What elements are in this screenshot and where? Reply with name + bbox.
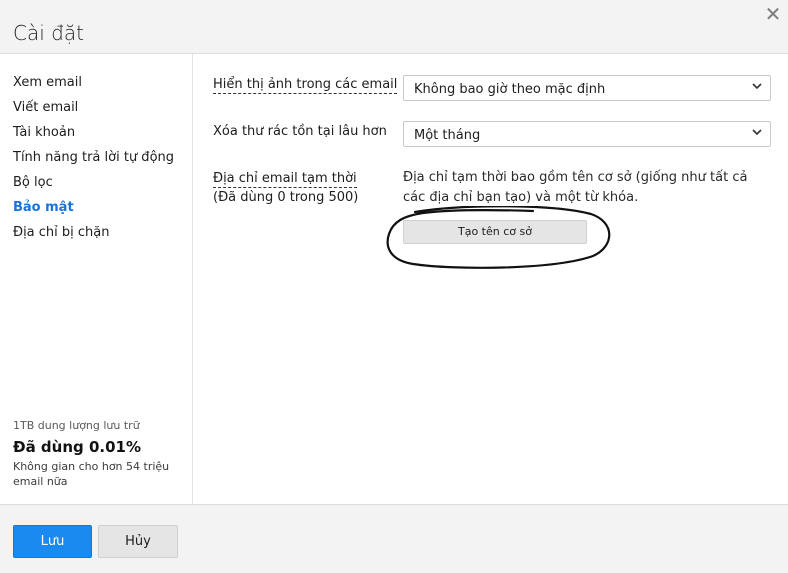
dialog-title: Cài đặt [13, 21, 84, 45]
storage-capacity: 1TB dung lượng lưu trữ [13, 419, 140, 432]
sidebar-item-compose-email[interactable]: Viết email [13, 100, 78, 115]
save-button[interactable]: Lưu [13, 525, 92, 558]
sidebar-item-auto-reply[interactable]: Tính năng trả lời tự động [13, 150, 174, 165]
show-images-label: Hiển thị ảnh trong các email [213, 77, 398, 94]
hand-drawn-circle [386, 206, 611, 269]
show-images-select[interactable]: Không bao giờ theo mặc định [403, 75, 771, 101]
settings-content: Hiển thị ảnh trong các email Không bao g… [193, 54, 788, 504]
sidebar-item-accounts[interactable]: Tài khoản [13, 125, 75, 140]
close-icon[interactable]: ✕ [764, 4, 782, 24]
temp-email-description: Địa chỉ tạm thời bao gồm tên cơ sở (giốn… [403, 170, 748, 205]
sidebar-item-security[interactable]: Bảo mật [13, 200, 74, 215]
sidebar-item-view-email[interactable]: Xem email [13, 75, 82, 90]
storage-remaining: Không gian cho hơn 54 triệu email nữa [13, 460, 170, 488]
delete-junk-label: Xóa thư rác tồn tại lâu hơn [213, 124, 387, 139]
temp-email-label: Địa chỉ email tạm thời [213, 171, 357, 188]
show-images-value: Không bao giờ theo mặc định [414, 82, 606, 97]
sidebar-item-filters[interactable]: Bộ lọc [13, 175, 53, 190]
delete-junk-select[interactable]: Một tháng [403, 121, 771, 147]
cancel-button[interactable]: Hủy [98, 525, 178, 558]
chevron-down-icon [752, 83, 762, 90]
storage-used: Đã dùng 0.01% [13, 438, 142, 456]
settings-dialog: Cài đặt ✕ Xem email Viết email Tài khoản… [0, 0, 788, 573]
chevron-down-icon [752, 129, 762, 136]
settings-sidebar: Xem email Viết email Tài khoản Tính năng… [0, 54, 193, 504]
temp-email-usage: (Đã dùng 0 trong 500) [213, 190, 359, 205]
footer-divider [0, 504, 788, 505]
delete-junk-value: Một tháng [414, 128, 481, 143]
sidebar-item-blocked-addresses[interactable]: Địa chỉ bị chặn [13, 225, 110, 240]
